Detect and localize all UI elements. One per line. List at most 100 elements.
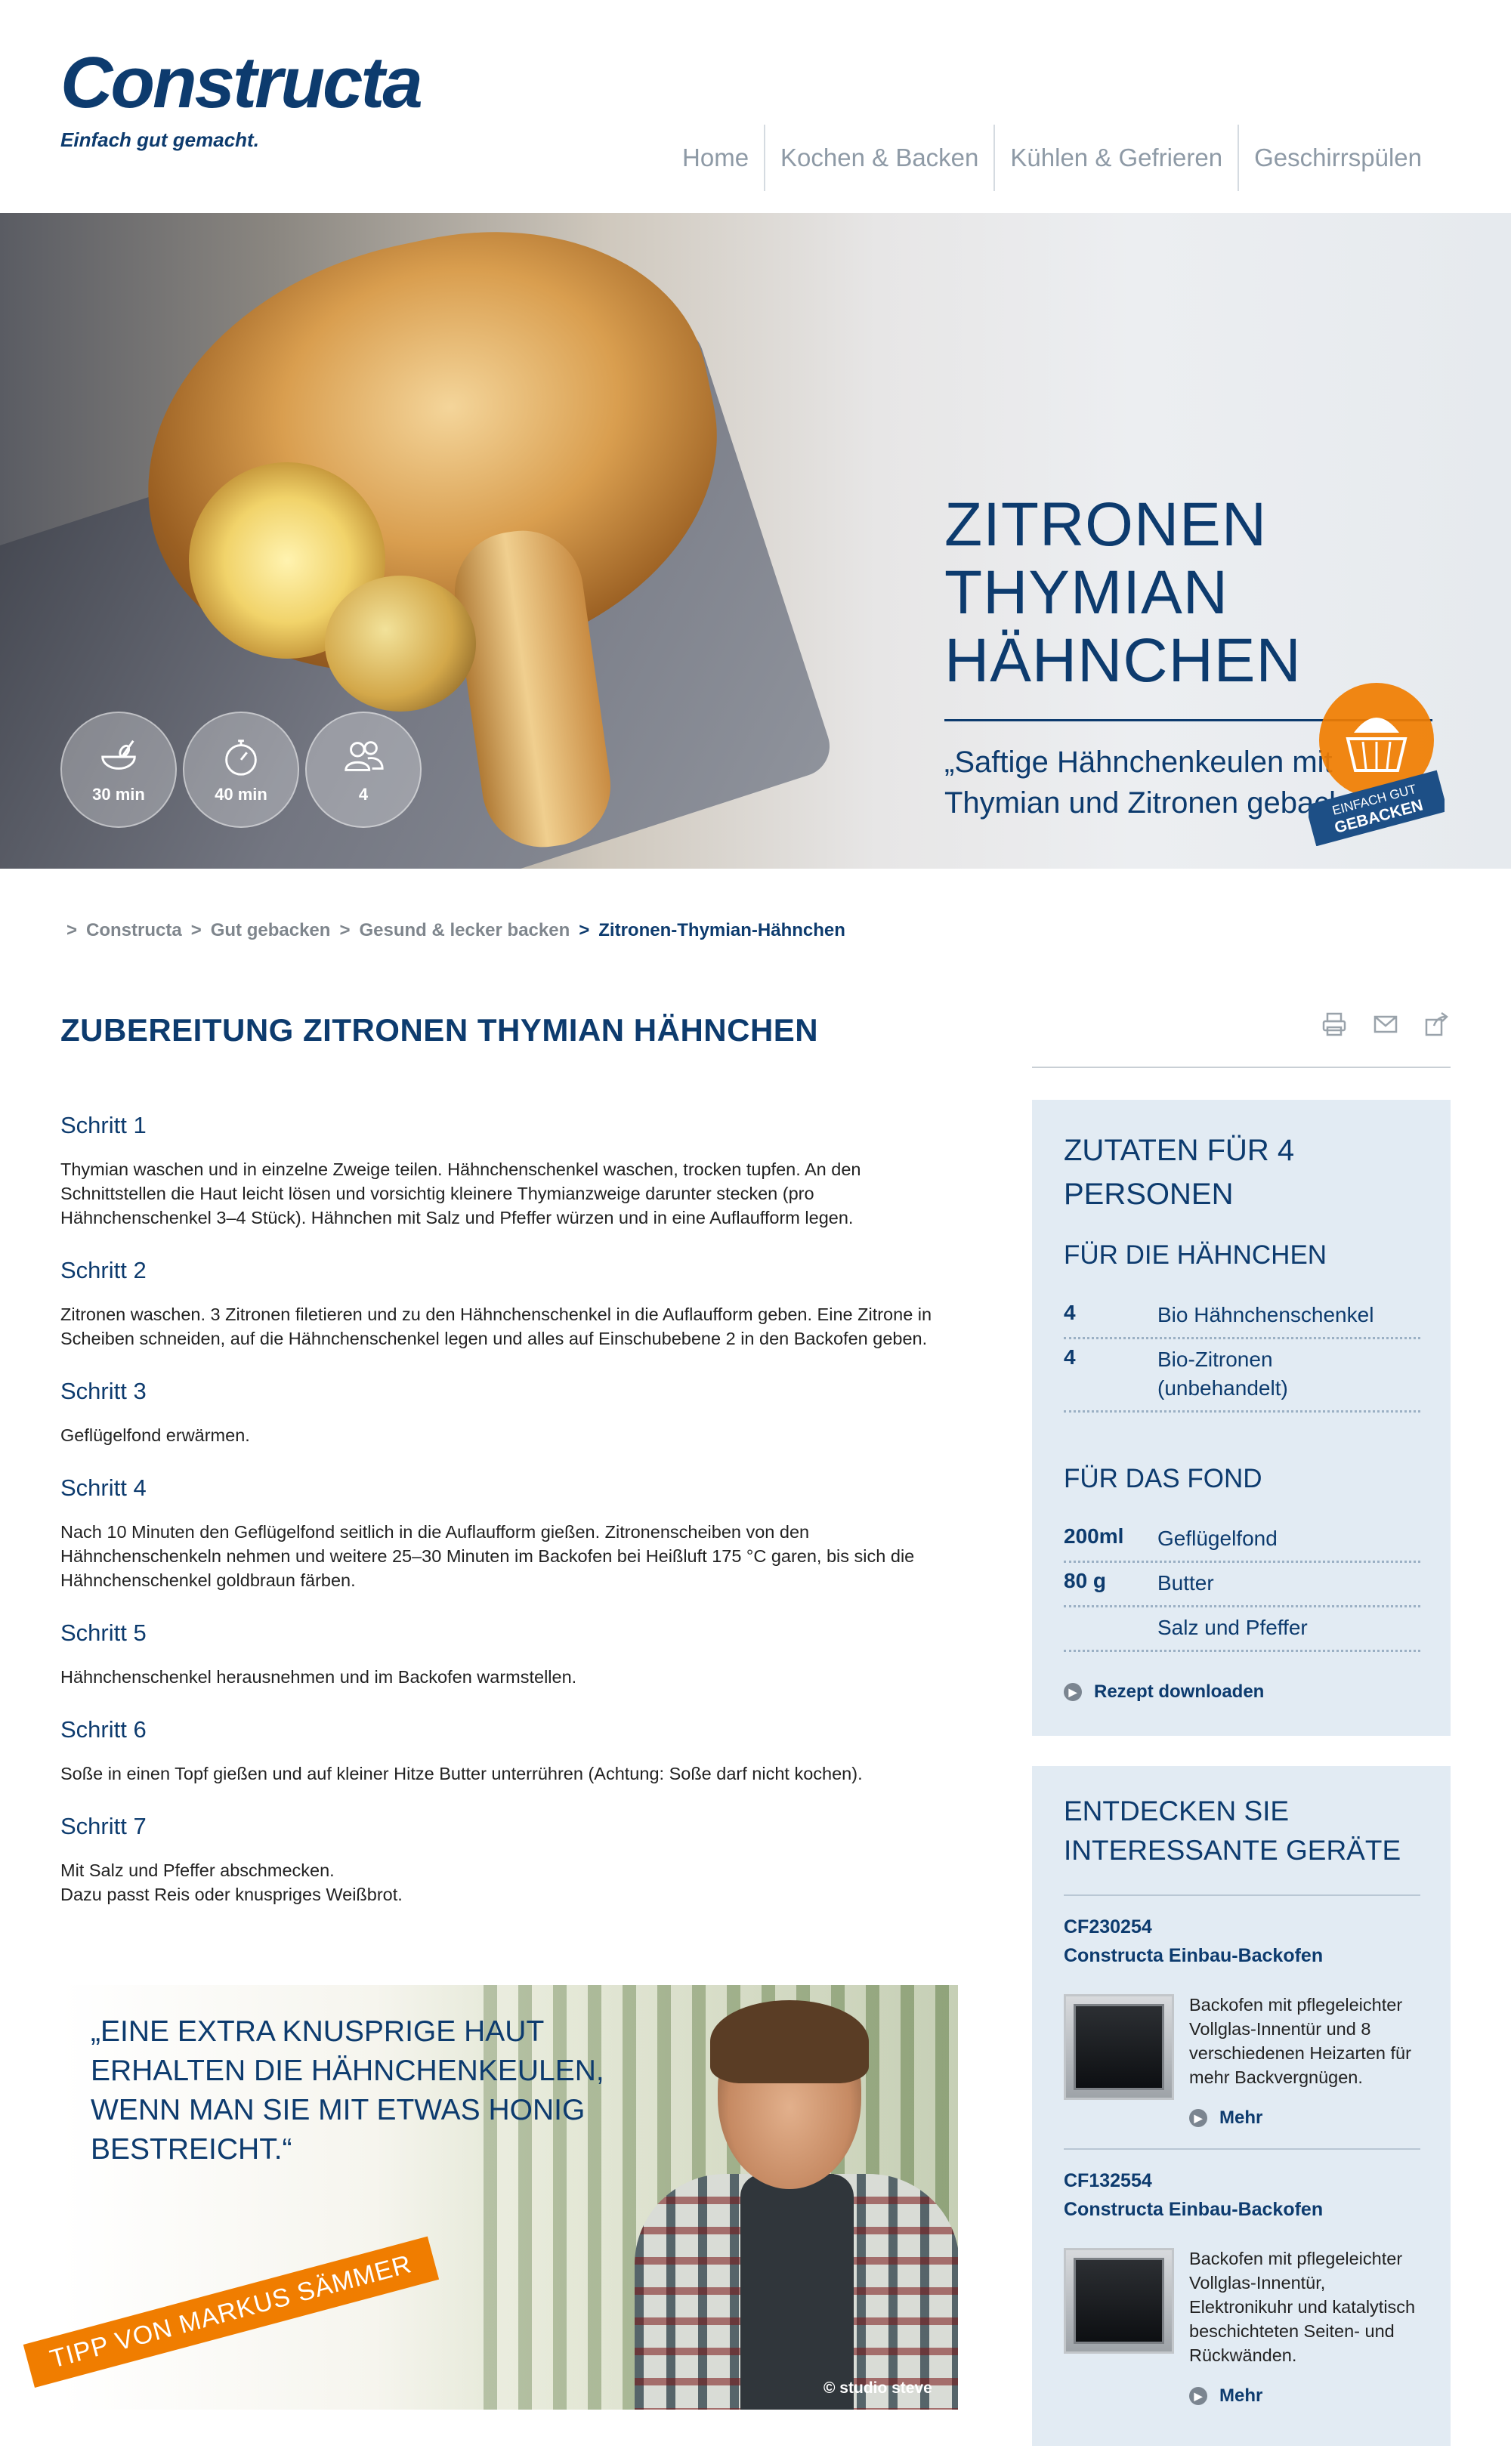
devices-title: ENTDECKEN SIE INTERESSANTE GERÄTE <box>1064 1796 1401 1866</box>
ingredient-row: 4 Bio-Zitronen (unbehandelt) <box>1064 1339 1420 1413</box>
hero-title: ZITRONEN THYMIAN HÄHNCHEN <box>944 491 1302 695</box>
device-more-link[interactable]: ▶ Mehr <box>1189 2385 1262 2407</box>
ingredient-name: Salz und Pfeffer <box>1157 1616 1308 1639</box>
breadcrumb-link[interactable]: Constructa <box>86 920 182 941</box>
brand-logo[interactable]: Constructa <box>60 47 423 119</box>
breadcrumb: > Constructa > Gut gebacken > Gesund & l… <box>66 920 845 941</box>
step-text: Hähnchenschenkel herausnehmen und im Bac… <box>60 1667 577 1687</box>
main-nav: Home Kochen & Backen Kühlen & Gefrieren … <box>667 125 1437 191</box>
mail-icon[interactable] <box>1372 1011 1399 1038</box>
hero-lemon <box>325 576 476 712</box>
step-text: Mit Salz und Pfeffer abschmecken. Dazu p… <box>60 1860 403 1904</box>
prep-time-stat: 30 min <box>60 712 177 828</box>
tools-divider <box>1032 1067 1451 1068</box>
chef-tip-banner: „EINE EXTRA KNUSPRIGE HAUT ERHALTEN DIE … <box>60 1985 958 2410</box>
step-7: Schritt 7 Mit Salz und Pfeffer abschmeck… <box>60 1813 967 1907</box>
nav-kochen-backen[interactable]: Kochen & Backen <box>764 125 993 191</box>
step-text: Geflügelfond erwärmen. <box>60 1425 250 1445</box>
bowl-whisk-icon <box>101 740 136 770</box>
oven-door <box>1074 2258 1164 2344</box>
device-model[interactable]: CF132554 <box>1064 2166 1323 2195</box>
ingredient-list: 4 Bio Hähnchenschenkel 4 Bio-Zitronen (u… <box>1064 1295 1420 1413</box>
ingredient-name: Butter <box>1157 1571 1214 1595</box>
device-description: Backofen mit pflegeleichter Vollglas-Inn… <box>1189 2249 1416 2365</box>
step-title: Schritt 5 <box>60 1620 147 1646</box>
step-title: Schritt 2 <box>60 1257 147 1283</box>
servings-label: 4 <box>358 785 369 804</box>
share-tools <box>1321 1011 1451 1038</box>
oven-door <box>1074 2004 1164 2090</box>
step-5: Schritt 5 Hähnchenschenkel herausnehmen … <box>60 1620 967 1689</box>
einfach-gut-gebacken-badge: EINFACH GUT GEBACKEN <box>1309 683 1445 846</box>
recipe-download-link[interactable]: ▶ Rezept downloaden <box>1064 1681 1264 1703</box>
hero-title-line: ZITRONEN <box>944 490 1268 559</box>
step-text: Thymian waschen und in einzelne Zweige t… <box>60 1159 861 1227</box>
ingredient-row: Salz und Pfeffer <box>1064 1607 1420 1652</box>
ingredient-group-title: FÜR DAS FOND <box>1064 1464 1262 1493</box>
ingredient-name: Bio-Zitronen (unbehandelt) <box>1157 1348 1288 1400</box>
stopwatch-icon <box>225 740 257 776</box>
oven-image[interactable] <box>1064 2248 1174 2354</box>
ingredient-list: 200ml Geflügelfond 80 g Butter Salz und … <box>1064 1518 1420 1652</box>
ingredient-row: 200ml Geflügelfond <box>1064 1518 1420 1563</box>
chevron-right-icon: ▶ <box>1064 1683 1082 1701</box>
chef-shirt <box>740 2174 854 2410</box>
ingredient-group-title: FÜR DIE HÄHNCHEN <box>1064 1240 1327 1270</box>
photo-credit: © studio steve <box>823 2379 932 2397</box>
device-card: CF132554 Constructa Einbau-Backofen <box>1064 2166 1323 2224</box>
ingredient-row: 4 Bio Hähnchenschenkel <box>1064 1295 1420 1339</box>
device-more-link[interactable]: ▶ Mehr <box>1189 2107 1262 2129</box>
devices-divider <box>1064 1894 1420 1896</box>
nav-geschirrspuelen[interactable]: Geschirrspülen <box>1238 125 1437 191</box>
step-2: Schritt 2 Zitronen waschen. 3 Zitronen f… <box>60 1257 967 1351</box>
prep-time-label: 30 min <box>92 785 145 804</box>
chevron-right-icon: ▶ <box>1189 2387 1207 2405</box>
ingredient-qty: 200ml <box>1064 1524 1124 1548</box>
devices-panel: ENTDECKEN SIE INTERESSANTE GERÄTE CF2302… <box>1032 1766 1451 2446</box>
step-title: Schritt 3 <box>60 1378 147 1404</box>
ingredient-qty <box>1064 1613 1157 1642</box>
breadcrumb-link[interactable]: Gesund & lecker backen <box>359 920 570 941</box>
hero-banner: ZITRONEN THYMIAN HÄHNCHEN „Saftige Hähnc… <box>0 213 1511 869</box>
step-title: Schritt 1 <box>60 1112 147 1138</box>
step-title: Schritt 4 <box>60 1474 147 1501</box>
breadcrumb-link[interactable]: Gut gebacken <box>211 920 331 941</box>
device-model[interactable]: CF230254 <box>1064 1913 1323 1941</box>
print-icon[interactable] <box>1321 1011 1348 1038</box>
step-1: Schritt 1 Thymian waschen und in einzeln… <box>60 1112 967 1230</box>
tip-quote: „EINE EXTRA KNUSPRIGE HAUT ERHALTEN DIE … <box>91 2015 604 2166</box>
servings-stat: 4 <box>305 712 422 828</box>
step-title: Schritt 6 <box>60 1716 147 1743</box>
step-title: Schritt 7 <box>60 1813 147 1839</box>
nav-kuehlen-gefrieren[interactable]: Kühlen & Gefrieren <box>993 125 1238 191</box>
cook-time-label: 40 min <box>215 785 267 804</box>
nav-home[interactable]: Home <box>667 125 764 191</box>
step-4: Schritt 4 Nach 10 Minuten den Geflügelfo… <box>60 1474 967 1592</box>
people-icon <box>345 741 384 771</box>
chevron-right-icon: ▶ <box>1189 2109 1207 2127</box>
brand-tagline: Einfach gut gemacht. <box>60 128 259 151</box>
chef-hair <box>710 2000 869 2083</box>
step-text: Soße in einen Topf gießen und auf kleine… <box>60 1764 863 1783</box>
cook-time-stat: 40 min <box>183 712 299 828</box>
hero-title-line: THYMIAN <box>944 558 1228 627</box>
share-icon[interactable] <box>1423 1011 1451 1038</box>
ingredient-qty: 4 <box>1064 1301 1076 1324</box>
device-name[interactable]: Constructa Einbau-Backofen <box>1064 2195 1323 2224</box>
device-name[interactable]: Constructa Einbau-Backofen <box>1064 1941 1323 1970</box>
oven-image[interactable] <box>1064 1994 1174 2100</box>
ingredients-title: ZUTATEN FÜR 4 PERSONEN <box>1064 1134 1295 1211</box>
ingredients-panel: ZUTATEN FÜR 4 PERSONEN FÜR DIE HÄHNCHEN … <box>1032 1100 1451 1736</box>
ingredient-name: Bio Hähnchenschenkel <box>1157 1303 1374 1326</box>
ingredient-row: 80 g Butter <box>1064 1563 1420 1607</box>
step-6: Schritt 6 Soße in einen Topf gießen und … <box>60 1716 967 1786</box>
step-text: Zitronen waschen. 3 Zitronen filetieren … <box>60 1305 932 1348</box>
device-card: CF230254 Constructa Einbau-Backofen <box>1064 1913 1323 1970</box>
devices-divider <box>1064 2148 1420 2150</box>
ingredient-qty: 80 g <box>1064 1569 1107 1592</box>
step-text: Nach 10 Minuten den Geflügelfond seitlic… <box>60 1522 915 1590</box>
hero-title-line: HÄHNCHEN <box>944 626 1302 695</box>
page-title: ZUBEREITUNG ZITRONEN THYMIAN HÄHNCHEN <box>60 1012 819 1048</box>
ingredient-qty: 4 <box>1064 1345 1076 1369</box>
ingredient-name: Geflügelfond <box>1157 1527 1278 1550</box>
